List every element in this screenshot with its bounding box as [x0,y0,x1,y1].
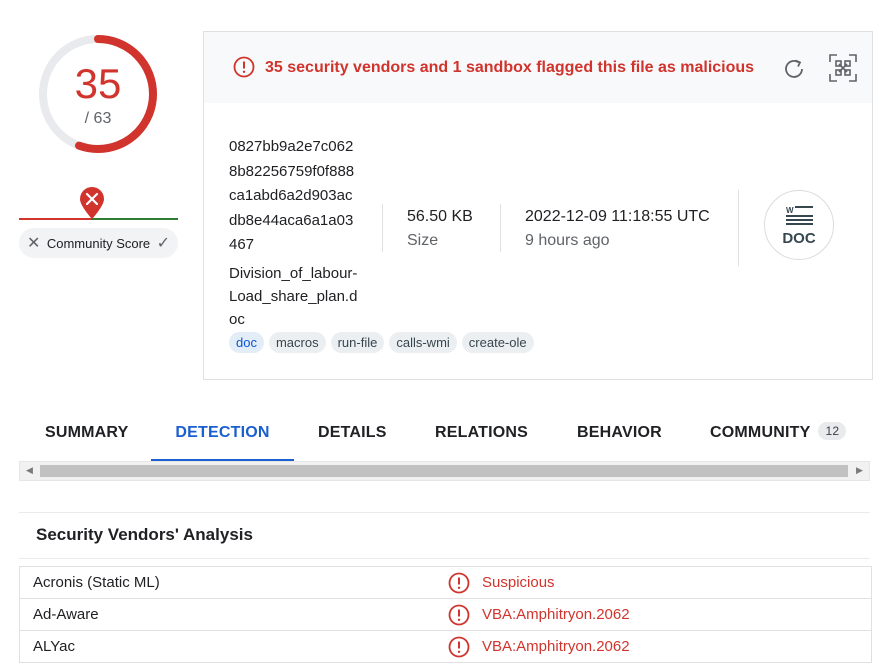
divider [19,558,870,559]
vendor-name: Ad-Aware [33,606,99,623]
table-row: ALYac VBA:Amphitryon.2062 [20,631,871,663]
tag[interactable]: doc [229,332,264,353]
scroll-left-icon[interactable]: ◀ [26,465,33,476]
vendors-section-title: Security Vendors' Analysis [36,525,253,544]
tab-details[interactable]: DETAILS [318,408,387,459]
vendor-name: ALYac [33,638,75,655]
tab-summary[interactable]: SUMMARY [45,408,128,459]
tab-community[interactable]: COMMUNITY 12 [710,408,847,459]
tab-relations[interactable]: RELATIONS [435,408,528,459]
detection-count: 35 [74,60,122,107]
table-row: Ad-Aware VBA:Amphitryon.2062 [20,599,871,631]
svg-text:W: W [786,206,794,215]
divider [19,512,870,513]
alert-circle-icon [448,636,470,658]
vendors-table: Acronis (Static ML) Suspicious Ad-Aware … [19,566,872,663]
svg-text:DOC: DOC [782,230,816,247]
scroll-right-icon[interactable]: ▶ [856,465,863,476]
vote-malicious-icon[interactable]: ✕ [27,233,40,253]
file-summary-card: 35 security vendors and 1 sandbox flagge… [203,31,873,380]
vendor-name: Acronis (Static ML) [33,574,160,591]
tabs-horizontal-scrollbar[interactable]: ◀ ▶ [19,461,870,481]
detection-result: Suspicious [482,574,555,591]
detection-score-gauge: 35 / 63 [34,30,162,158]
file-size: 56.50 KB [407,208,473,225]
alert-banner: 35 security vendors and 1 sandbox flagge… [204,32,872,103]
table-row: Acronis (Static ML) Suspicious [20,567,871,599]
analysis-date-relative: 9 hours ago [525,232,610,249]
file-name: Division_of_labour-Load_share_plan.doc [229,265,358,328]
community-score-label: Community Score [46,235,151,251]
community-malicious-pin-icon [80,187,104,219]
tag[interactable]: macros [268,332,326,353]
detection-result: VBA:Amphitryon.2062 [482,606,630,623]
alert-circle-icon [448,572,470,594]
alert-circle-icon [233,56,255,78]
divider [382,204,383,252]
tab-community-label: COMMUNITY [710,424,811,441]
tag[interactable]: calls-wmi [389,332,457,353]
tag[interactable]: run-file [330,332,385,353]
reanalyze-icon[interactable] [781,56,807,82]
community-score: ✕ Community Score ✓ [19,228,178,258]
tag[interactable]: create-ole [461,332,534,353]
vote-harmless-icon[interactable]: ✓ [157,233,170,253]
tab-detection[interactable]: DETECTION [151,408,294,462]
detection-result: VBA:Amphitryon.2062 [482,638,630,655]
file-hash[interactable]: 0827bb9a2e7c0628b82256759f0f888ca1abd6a2… [229,135,359,258]
divider [500,204,501,252]
file-type-doc-icon: W DOC [764,190,834,260]
divider [738,190,739,266]
scrollbar-thumb[interactable] [40,465,848,477]
alert-message: 35 security vendors and 1 sandbox flagge… [265,59,755,76]
analysis-date: 2022-12-09 11:18:55 UTC [525,208,710,225]
tab-behavior[interactable]: BEHAVIOR [577,408,662,459]
similar-files-icon[interactable] [828,53,858,83]
tag-list: doc macros run-file calls-wmi create-ole [229,332,534,353]
detection-total: / 63 [84,110,112,127]
community-count-badge: 12 [818,422,847,440]
file-size-label: Size [407,232,439,249]
report-tabs: SUMMARY DETECTION DETAILS RELATIONS BEHA… [19,408,870,462]
alert-circle-icon [448,604,470,626]
